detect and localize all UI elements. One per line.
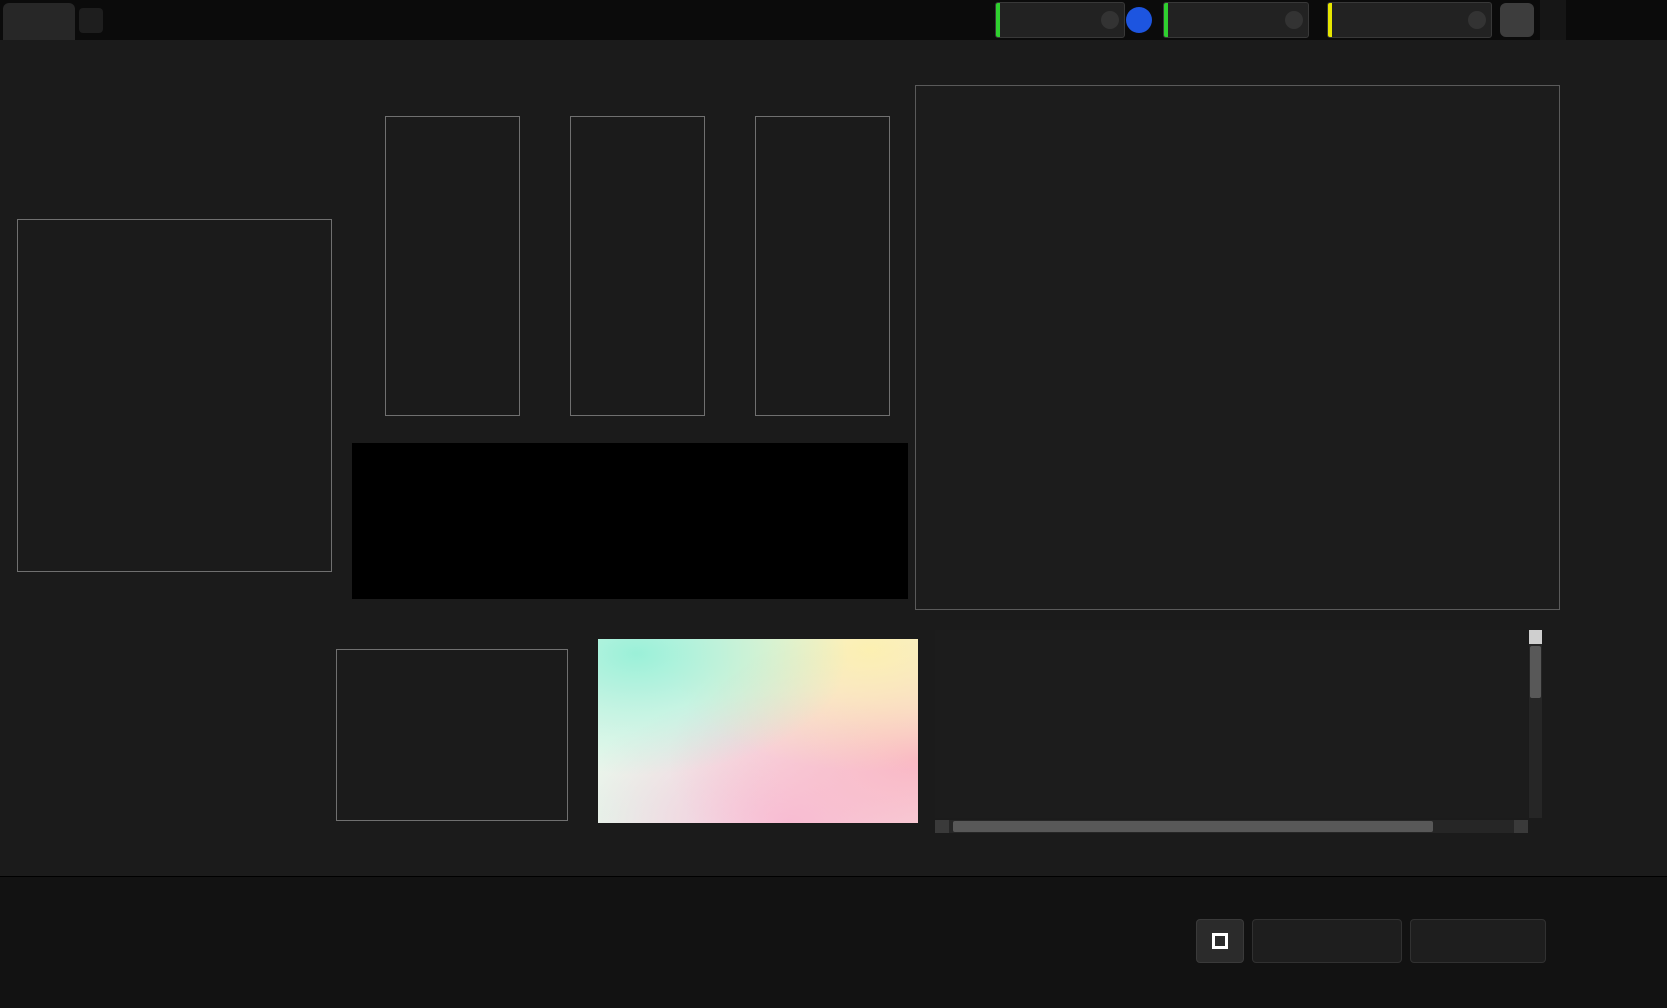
source-dropdown[interactable] — [1163, 2, 1309, 38]
cie1976-canvas — [916, 86, 1559, 609]
delta-h-ylabels — [721, 116, 749, 416]
actual-row-label — [353, 450, 368, 514]
delta-l-chart — [351, 98, 523, 440]
reading-count-badge — [1126, 7, 1152, 33]
delta-c-ylabels — [536, 116, 564, 416]
chevron-down-icon[interactable] — [1468, 11, 1486, 29]
rgb-balance-plot — [336, 649, 568, 821]
actual-target-swatches — [352, 443, 908, 599]
results-table — [935, 630, 1528, 818]
reading-xy — [14, 716, 66, 740]
table-vscrollbar[interactable] — [1529, 630, 1542, 818]
display-labels — [1332, 18, 1464, 22]
scroll-up-icon[interactable] — [1529, 630, 1542, 644]
gamut-coverage — [1518, 550, 1525, 570]
delta-l-ylabels — [351, 116, 379, 416]
history-tab[interactable] — [3, 3, 75, 40]
pattern-window-button[interactable] — [1196, 919, 1244, 963]
chevron-down-icon[interactable] — [1101, 11, 1119, 29]
rgb-balance-ylabels — [296, 649, 332, 821]
vscroll-thumb[interactable] — [1530, 646, 1541, 698]
collapse-panel-icon[interactable] — [1540, 0, 1566, 40]
scroll-right-icon[interactable] — [1514, 820, 1528, 833]
meter-labels — [1000, 18, 1097, 22]
deltae2000-plot — [17, 219, 332, 572]
target-row-label — [353, 516, 368, 576]
table-hscrollbar[interactable] — [935, 820, 1528, 833]
scroll-left-icon[interactable] — [935, 820, 949, 833]
nav-row — [1196, 919, 1546, 963]
next-button[interactable] — [1410, 919, 1546, 963]
delta-h-chart — [721, 98, 893, 440]
cie1931-field — [598, 639, 918, 823]
delta-c-chart — [536, 98, 708, 440]
source-labels — [1168, 18, 1281, 22]
cie1976-panel — [915, 85, 1560, 610]
calman-app — [0, 0, 1667, 1008]
back-button[interactable] — [1252, 919, 1402, 963]
gear-icon[interactable] — [1500, 3, 1534, 37]
chevron-down-icon[interactable] — [1285, 11, 1303, 29]
bottom-bar — [0, 876, 1667, 1008]
deltae2000-axis — [17, 578, 352, 593]
add-tab-button[interactable] — [79, 8, 103, 33]
delta-l-plot — [385, 116, 520, 416]
delta-h-plot — [755, 116, 890, 416]
delta-c-plot — [570, 116, 705, 416]
meter-dropdown[interactable] — [995, 2, 1125, 38]
hscroll-thumb[interactable] — [953, 821, 1433, 832]
top-bar — [0, 0, 1667, 40]
square-icon — [1212, 933, 1228, 949]
display-control-dropdown[interactable] — [1327, 2, 1492, 38]
